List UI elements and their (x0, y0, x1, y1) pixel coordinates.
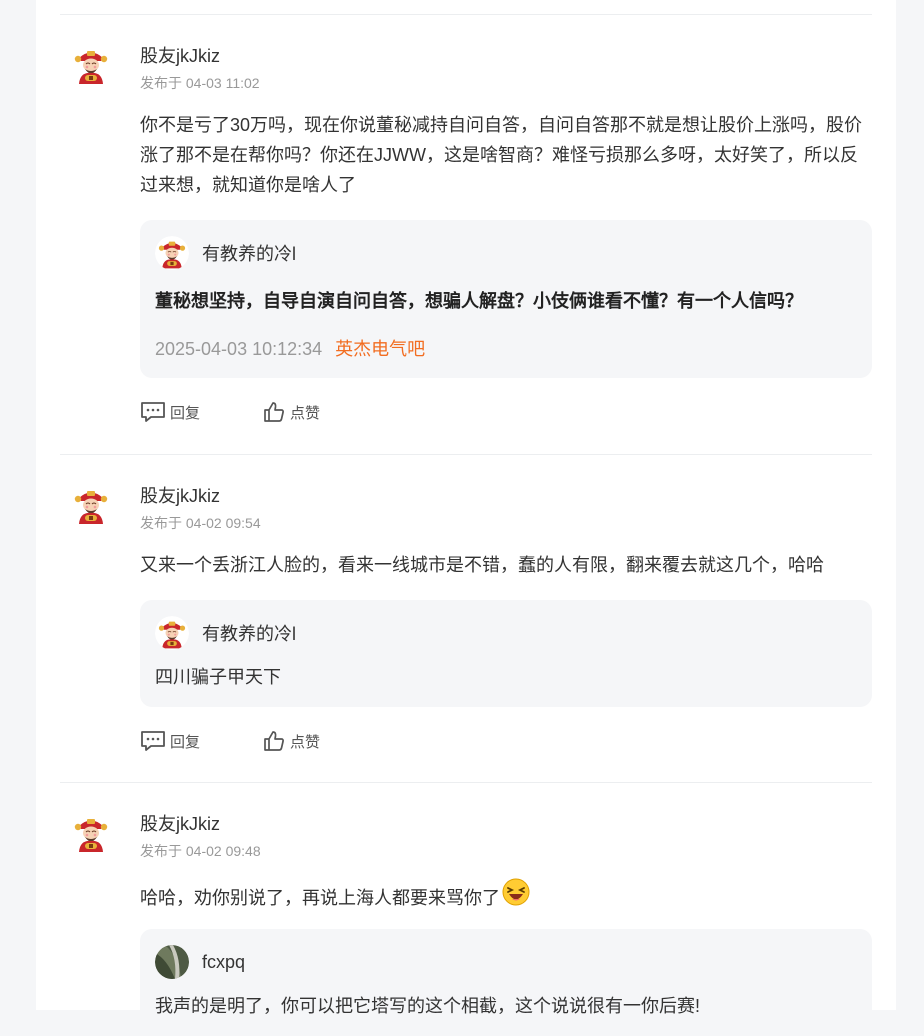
quoted-text: 我声的是明了，你可以把它塔写的这个相截，这个说说很有一你后赛! (155, 996, 700, 1016)
quoted-post[interactable]: 有教养的冷l 董秘想坚持，自导自演自问自答，想骗人解盘？小伎俩谁看不懂？有一个人… (140, 220, 872, 378)
laughing-emoji-icon (502, 878, 530, 906)
reply-label: 回复 (170, 733, 201, 751)
username[interactable]: 股友jkJkiz (140, 812, 872, 836)
username[interactable]: 股友jkJkiz (140, 484, 872, 508)
reply-button[interactable]: 回复 (140, 401, 200, 423)
quoted-post[interactable]: fcxpq 我声的是明了，你可以把它塔写的这个相截，这个说说很有一你后赛! (140, 929, 872, 1036)
comment-icon (141, 731, 165, 751)
quoted-time: 2025-04-03 10:12:34 (155, 339, 323, 359)
comment-list: 股友jkJkiz 发布于 04-03 11:02 你不是亏了30万吗，现在你说董… (36, 0, 896, 1036)
quoted-username[interactable]: fcxpq (202, 952, 245, 973)
bar-link[interactable]: 英杰电气吧 (335, 339, 425, 359)
comment-content: 你不是亏了30万吗，现在你说董秘减持自问自答，自问自答那不就是想让股价上涨吗，股… (140, 115, 863, 195)
reply-label: 回复 (170, 404, 201, 422)
quoted-username[interactable]: 有教养的冷l (202, 620, 296, 646)
username[interactable]: 股友jkJkiz (140, 44, 872, 68)
like-button[interactable]: 点赞 (262, 400, 320, 424)
avatar[interactable] (155, 945, 189, 979)
avatar[interactable] (70, 812, 112, 854)
divider (60, 782, 872, 783)
comment-content: 又来一个丢浙江人脸的，看来一线城市是不错，蠢的人有限，翻来覆去就这几个，哈哈 (140, 555, 824, 575)
quoted-username[interactable]: 有教养的冷l (202, 240, 296, 266)
post-time: 发布于 04-02 09:54 (140, 515, 261, 531)
divider (60, 14, 872, 15)
reply-button[interactable]: 回复 (140, 730, 200, 752)
divider (60, 454, 872, 455)
comment-content: 哈哈，劝你别说了，再说上海人都要来骂你了 (140, 888, 500, 908)
quoted-text: 董秘想坚持，自导自演自问自答，想骗人解盘？小伎俩谁看不懂？有一个人信吗？ (155, 291, 803, 311)
like-label: 点赞 (290, 733, 321, 751)
like-label: 点赞 (290, 404, 321, 422)
quoted-post[interactable]: 有教养的冷l 四川骗子甲天下 (140, 600, 872, 707)
post-time: 发布于 04-03 11:02 (140, 75, 260, 91)
thumbs-up-icon (264, 731, 284, 751)
comment-icon (141, 402, 165, 422)
post-time: 发布于 04-02 09:48 (140, 843, 261, 859)
avatar[interactable] (155, 236, 189, 270)
quoted-text: 四川骗子甲天下 (155, 667, 281, 687)
avatar[interactable] (70, 484, 112, 526)
avatar[interactable] (70, 44, 112, 86)
avatar[interactable] (155, 616, 189, 650)
thumbs-up-icon (264, 402, 284, 422)
like-button[interactable]: 点赞 (262, 729, 320, 753)
